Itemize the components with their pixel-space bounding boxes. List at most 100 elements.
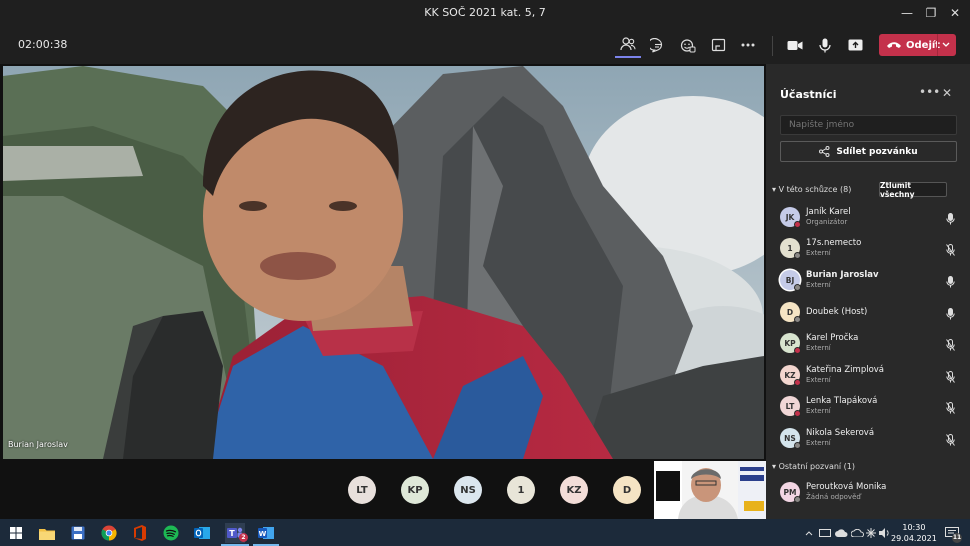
participant-row[interactable]: JK Janík Karel Organizátor	[780, 205, 964, 231]
leave-options-button[interactable]	[941, 37, 951, 56]
participant-row[interactable]: 1 17s.nemecto Externí	[780, 236, 964, 262]
volume-icon[interactable]	[878, 523, 892, 543]
notifications-button[interactable]: 11	[942, 523, 962, 543]
clock-time: 10:30	[902, 523, 926, 532]
self-view-video[interactable]	[654, 461, 766, 519]
self-view-image	[654, 461, 766, 519]
cloud-icon[interactable]	[850, 523, 864, 543]
tray-chevron-icon[interactable]	[802, 523, 816, 543]
chat-icon	[650, 37, 663, 53]
avatar[interactable]: 1	[507, 476, 535, 504]
participant-row[interactable]: KZ Kateřina Zimplová Externí	[780, 363, 964, 389]
participant-role: Organizátor	[806, 218, 848, 226]
mic-off-icon[interactable]	[946, 399, 955, 418]
share-screen-button[interactable]	[842, 32, 868, 58]
maximize-button[interactable]: ❐	[918, 0, 944, 26]
panel-close-button[interactable]: ✕	[942, 86, 952, 100]
panel-more-button[interactable]: •••	[919, 85, 940, 99]
participant-name: Karel Pročka	[806, 333, 859, 343]
in-meeting-section-toggle[interactable]: ▾ V této schůzce (8)	[772, 185, 851, 194]
svg-text:T: T	[229, 529, 235, 538]
chat-button[interactable]	[645, 32, 671, 58]
more-icon	[741, 43, 755, 47]
status-dot	[794, 316, 801, 323]
mute-all-button[interactable]: Ztlumit všechny	[879, 181, 947, 199]
status-dot	[794, 347, 801, 354]
office-icon	[134, 525, 146, 541]
svg-text:W: W	[259, 530, 267, 538]
invited-section-toggle[interactable]: ▾ Ostatní pozvaní (1)	[772, 462, 855, 471]
window-title: KK SOČ 2021 kat. 5, 7	[424, 6, 546, 19]
participant-search-input[interactable]	[780, 115, 957, 135]
share-screen-icon	[848, 39, 862, 50]
start-button[interactable]	[6, 523, 26, 543]
status-dot	[794, 221, 801, 228]
participant-row[interactable]: PM Peroutková Monika Žádná odpověď	[780, 480, 964, 506]
avatar[interactable]: D	[613, 476, 641, 504]
onedrive-icon[interactable]	[834, 523, 848, 543]
save-app-button[interactable]	[68, 523, 88, 543]
participant-row[interactable]: LT Lenka Tlapáková Externí	[780, 394, 964, 420]
participant-row[interactable]: NS Nikola Sekerová Externí	[780, 426, 964, 452]
tray-keyboard-icon[interactable]	[818, 523, 832, 543]
floppy-icon	[71, 526, 85, 540]
microphone-icon[interactable]	[946, 273, 955, 292]
more-actions-button[interactable]	[735, 32, 761, 58]
video-frame-image	[3, 66, 764, 459]
reaction-icon	[680, 38, 696, 52]
teams-badge: 2	[239, 533, 248, 542]
file-explorer-button[interactable]	[37, 523, 57, 543]
network-icon[interactable]	[864, 523, 878, 543]
breakout-rooms-button[interactable]	[705, 32, 731, 58]
avatar[interactable]: NS	[454, 476, 482, 504]
microphone-icon	[819, 38, 831, 52]
participant-role: Externí	[806, 407, 831, 415]
avatar[interactable]: LT	[348, 476, 376, 504]
participants-button[interactable]	[615, 32, 641, 58]
mic-off-icon[interactable]	[946, 431, 955, 450]
participant-row[interactable]: BJ Burian Jaroslav Externí	[780, 268, 964, 294]
outlook-button[interactable]	[192, 523, 212, 543]
toolbar-divider	[772, 36, 773, 56]
microphone-button[interactable]	[812, 32, 838, 58]
avatar-initials: NS	[460, 484, 476, 496]
mic-off-icon[interactable]	[946, 368, 955, 387]
participant-role: Externí	[806, 344, 831, 352]
speaker-name-label: Burian Jaroslav	[8, 440, 68, 449]
participant-role: Externí	[806, 376, 831, 384]
leave-button[interactable]: Odejít	[879, 34, 956, 56]
participant-role: Externí	[806, 439, 831, 447]
participant-name: Lenka Tlapáková	[806, 396, 878, 406]
microphone-icon[interactable]	[946, 305, 955, 324]
office-button[interactable]	[130, 523, 150, 543]
participant-row[interactable]: D Doubek (Host)	[780, 300, 964, 326]
status-dot	[794, 496, 801, 503]
participant-name: Doubek (Host)	[806, 307, 868, 317]
share-invite-button[interactable]: Sdílet pozvánku	[780, 141, 957, 162]
participant-name: Burian Jaroslav	[806, 270, 879, 280]
close-window-button[interactable]: ✕	[942, 0, 968, 26]
clock-date: 29.04.2021	[891, 534, 937, 543]
avatar[interactable]: KP	[401, 476, 429, 504]
chrome-button[interactable]	[99, 523, 119, 543]
status-dot	[794, 284, 801, 291]
teams-button[interactable]: T 2	[225, 523, 248, 543]
reactions-button[interactable]	[675, 32, 701, 58]
camera-icon	[787, 40, 803, 50]
participant-row[interactable]: KP Karel Pročka Externí	[780, 331, 964, 357]
participant-name: Janík Karel	[806, 207, 851, 217]
in-meeting-label: V této schůzce (8)	[778, 185, 852, 194]
leave-label: Odejít	[906, 39, 941, 51]
system-clock[interactable]: 10:30 29.04.2021	[891, 522, 937, 544]
mic-off-icon[interactable]	[946, 336, 955, 355]
status-dot	[794, 252, 801, 259]
avatar[interactable]: KZ	[560, 476, 588, 504]
minimize-button[interactable]: —	[894, 0, 920, 26]
word-button[interactable]: W	[256, 523, 276, 543]
microphone-icon[interactable]	[946, 210, 955, 229]
avatar-initials: KP	[407, 484, 423, 496]
spotify-button[interactable]	[161, 523, 181, 543]
windows-start-icon	[10, 527, 22, 539]
mic-off-icon[interactable]	[946, 241, 955, 260]
camera-button[interactable]	[782, 32, 808, 58]
